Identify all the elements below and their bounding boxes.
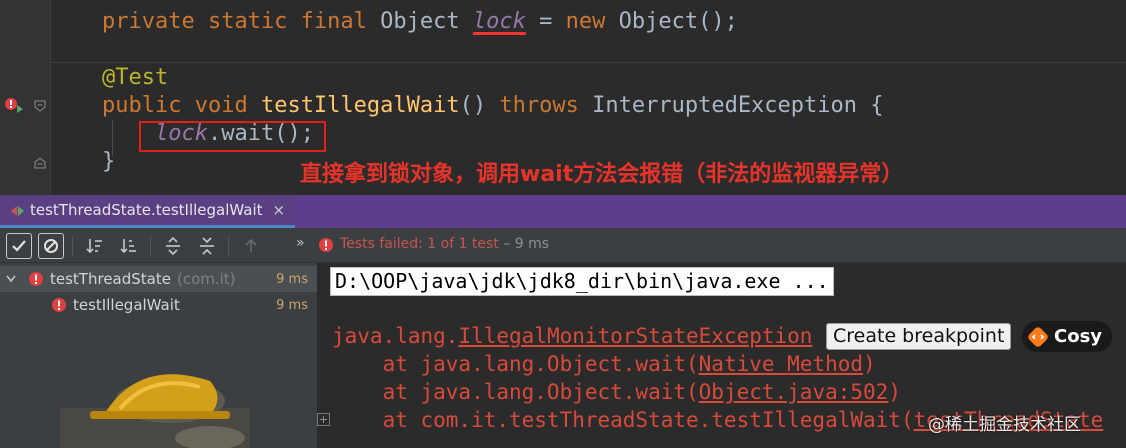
fold-close-icon[interactable]: [34, 157, 46, 169]
check-icon: [12, 240, 26, 252]
code-line-method-signature[interactable]: public void testIllegalWait() throws Int…: [102, 92, 884, 120]
code-line-test-annotation[interactable]: @Test: [102, 64, 168, 92]
stack-frame-suffix: ): [863, 352, 876, 376]
watermark: @稀土掘金技术社区: [928, 415, 1081, 435]
test-duration: 9 ms: [276, 297, 308, 313]
method-parens: (): [459, 93, 500, 118]
cosy-label: Cosy: [1054, 326, 1103, 347]
method-separator: [51, 62, 1126, 63]
sort-by-duration-button[interactable]: [116, 233, 142, 259]
keyword-private-static-final: private static final: [102, 9, 367, 34]
exception-class-link[interactable]: IllegalMonitorStateException: [458, 324, 812, 348]
expand-all-button[interactable]: [160, 233, 186, 259]
method-name: testIllegalWait: [260, 93, 460, 118]
test-failed-icon: [29, 272, 43, 286]
run-tab[interactable]: testThreadState.testIllegalWait ×: [0, 195, 296, 228]
exception-type: InterruptedException {: [578, 93, 884, 118]
java-command-line[interactable]: D:\OOP\java\jdk\jdk8_dir\bin\java.exe ..…: [330, 267, 834, 296]
test-duration: 9 ms: [276, 271, 308, 287]
exception-line[interactable]: java.lang.IllegalMonitorStateException: [332, 322, 812, 350]
close-icon[interactable]: ×: [273, 201, 286, 219]
run-config-icon: [11, 206, 24, 216]
run-tab-label: testThreadState.testIllegalWait: [30, 201, 263, 219]
sort-alpha-icon: [86, 239, 102, 254]
run-test-failed-icon[interactable]: [4, 96, 24, 116]
arrow-up-icon: [245, 238, 257, 252]
highlight-box: [139, 121, 326, 152]
keyword-public-void: public void: [102, 93, 248, 118]
assign-operator: =: [525, 9, 566, 34]
test-failed-icon: [52, 298, 66, 312]
tree-node-label: testThreadState (com.it): [50, 270, 236, 288]
test-results-tree: testThreadState (com.it) 9 ms testIllegal…: [0, 263, 317, 448]
run-tab-bar: testThreadState.testIllegalWait ×: [0, 195, 1126, 228]
create-breakpoint-tooltip[interactable]: Create breakpoint: [826, 323, 1012, 350]
code-line-close-brace[interactable]: }: [102, 148, 115, 176]
stack-frame-suffix: ): [888, 380, 901, 404]
keyword-new: new: [565, 9, 606, 34]
expand-plus-icon[interactable]: +: [317, 413, 330, 426]
background-worker-image: [60, 374, 250, 448]
toolbar-separator: [228, 236, 229, 256]
show-passed-button[interactable]: [6, 233, 32, 259]
more-actions-button[interactable]: »: [296, 235, 305, 251]
previous-failed-button[interactable]: [238, 233, 264, 259]
tree-node-test-class[interactable]: testThreadState (com.it) 9 ms: [0, 266, 317, 292]
gutter-divider: [50, 0, 51, 195]
toolbar-separator: [150, 236, 151, 256]
ignored-icon: [44, 239, 58, 253]
test-failed-icon: [319, 238, 333, 252]
tree-node-test-method[interactable]: testIllegalWait 9 ms: [0, 292, 317, 318]
stack-frame-text: at java.lang.Object.wait(: [332, 352, 699, 376]
code-line-lock-field[interactable]: private static final Object lock = new O…: [102, 8, 738, 36]
object-constructor: Object();: [605, 9, 738, 34]
sort-alphabetically-button[interactable]: [82, 233, 108, 259]
toolbar-separator: [72, 236, 73, 256]
type-object: Object: [366, 9, 473, 34]
annotation-comment: 直接拿到锁对象，调用wait方法会报错（非法的监视器异常）: [300, 162, 904, 187]
cosy-assistant-button[interactable]: Cosy: [1022, 321, 1113, 352]
test-method-name: testIllegalWait: [73, 296, 180, 314]
cosy-icon: [1028, 326, 1048, 347]
fold-open-icon[interactable]: [34, 100, 46, 112]
test-runner-toolbar: » Tests failed: 1 of 1 test – 9 ms: [0, 228, 1126, 263]
code-editor[interactable]: private static final Object lock = new O…: [0, 0, 1126, 195]
stack-frame[interactable]: at java.lang.Object.wait(Object.java:502…: [332, 378, 901, 406]
package-name: (com.it): [176, 270, 236, 288]
collapse-all-icon: [200, 237, 214, 255]
expand-all-icon: [166, 237, 180, 255]
test-class-name: testThreadState: [50, 270, 171, 288]
stack-frame-link[interactable]: Object.java:502: [699, 380, 889, 404]
lock-field-name: lock: [472, 9, 526, 34]
stack-frame-text: at com.it.testThreadState.testIllegalWai…: [332, 408, 914, 432]
collapse-all-button[interactable]: [194, 233, 220, 259]
chevron-down-icon[interactable]: [6, 275, 16, 283]
test-status-text: Tests failed: 1 of 1 test – 9 ms: [340, 236, 549, 252]
show-ignored-button[interactable]: [38, 233, 64, 259]
exception-package: java.lang.: [332, 324, 459, 348]
sort-duration-icon: [120, 239, 136, 254]
stack-frame-text: at java.lang.Object.wait(: [332, 380, 699, 404]
status-summary: Tests failed: 1 of 1 test: [340, 236, 499, 252]
stack-frame[interactable]: at java.lang.Object.wait(Native Method): [332, 350, 876, 378]
status-duration: – 9 ms: [498, 236, 550, 252]
stack-frame-link[interactable]: Native Method: [699, 352, 863, 376]
keyword-throws: throws: [499, 93, 579, 118]
